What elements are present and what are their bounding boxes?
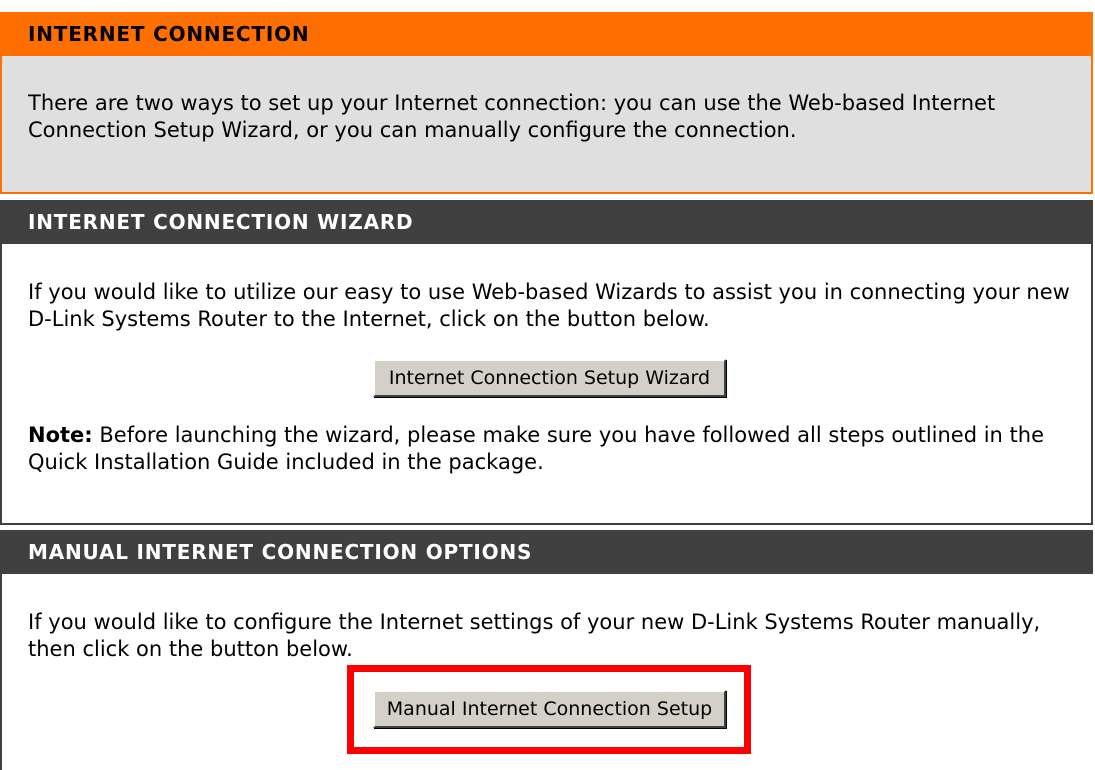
manual-header: MANUAL INTERNET CONNECTION OPTIONS: [2, 530, 1093, 574]
note-body: Before launching the wizard, please make…: [28, 423, 1045, 474]
manual-internet-connection-setup-button[interactable]: Manual Internet Connection Setup: [373, 690, 726, 728]
manual-title: MANUAL INTERNET CONNECTION OPTIONS: [28, 540, 533, 564]
manual-section: MANUAL INTERNET CONNECTION OPTIONS If yo…: [0, 530, 1093, 770]
internet-connection-header: INTERNET CONNECTION: [2, 12, 1091, 56]
wizard-note-text: Note: Before launching the wizard, pleas…: [2, 422, 1082, 476]
internet-connection-section: INTERNET CONNECTION There are two ways t…: [0, 12, 1093, 194]
wizard-body: If you would like to utilize our easy to…: [2, 279, 1082, 333]
manual-button-label: Manual Internet Connection Setup: [386, 698, 713, 720]
internet-connection-setup-wizard-button[interactable]: Internet Connection Setup Wizard: [373, 359, 726, 397]
internet-connection-description: There are two ways to set up your Intern…: [28, 91, 996, 142]
manual-description: If you would like to configure the Inter…: [28, 610, 1041, 661]
manual-body: If you would like to configure the Inter…: [2, 609, 1082, 663]
internet-connection-title: INTERNET CONNECTION: [28, 22, 310, 46]
wizard-note: Note: Before launching the wizard, pleas…: [2, 422, 1082, 476]
wizard-title: INTERNET CONNECTION WIZARD: [28, 210, 414, 234]
wizard-header: INTERNET CONNECTION WIZARD: [2, 200, 1091, 244]
note-label: Note:: [28, 423, 93, 447]
wizard-section: INTERNET CONNECTION WIZARD If you would …: [0, 200, 1093, 525]
wizard-description: If you would like to utilize our easy to…: [28, 280, 1070, 331]
wizard-button-label: Internet Connection Setup Wizard: [388, 367, 711, 389]
